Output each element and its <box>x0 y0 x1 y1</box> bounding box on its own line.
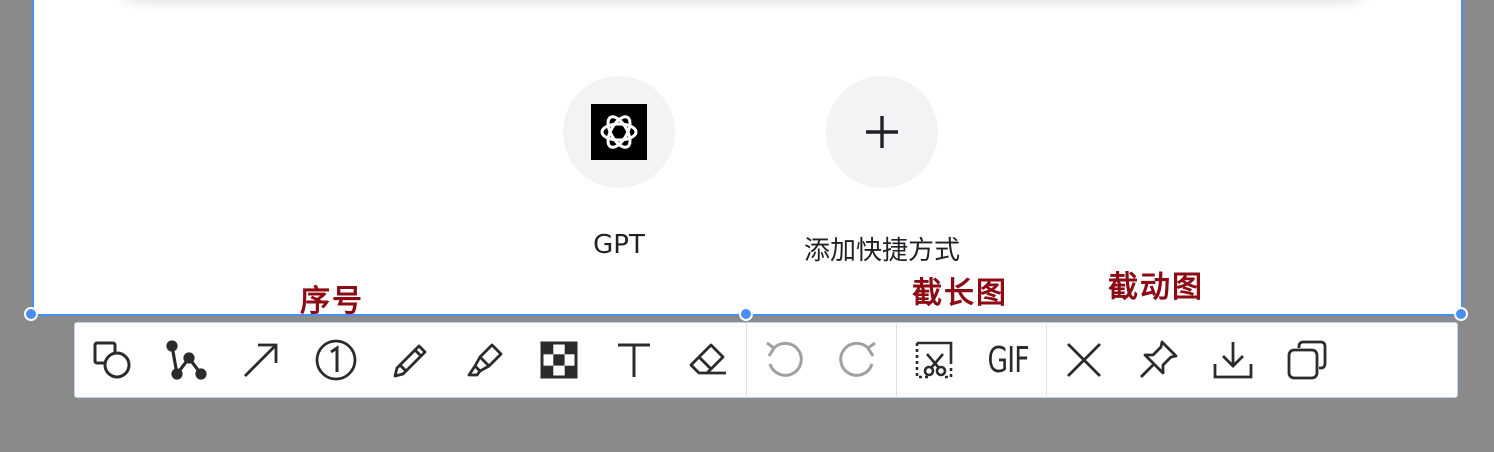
shortcut-label: GPT <box>593 230 645 260</box>
openai-logo-icon <box>591 104 647 160</box>
resize-handle-bottom-right[interactable] <box>1454 307 1468 321</box>
polyline-icon <box>166 340 207 380</box>
save-button[interactable] <box>1196 322 1271 398</box>
arrow-icon <box>244 343 278 377</box>
shortcut-tile <box>563 76 675 188</box>
mosaic-tool-button[interactable] <box>522 322 597 398</box>
arrow-tool-button[interactable] <box>224 322 299 398</box>
eraser-icon <box>689 343 727 375</box>
scroll-capture-icon <box>915 341 953 379</box>
annotation-serial-number: 序号 <box>300 284 364 319</box>
annotation-long-screenshot: 截长图 <box>912 276 1008 311</box>
close-button[interactable] <box>1047 322 1122 398</box>
resize-handle-bottom-left[interactable] <box>24 307 38 321</box>
pencil-icon <box>393 344 427 378</box>
highlighter-icon <box>467 343 503 377</box>
text-tool-button[interactable] <box>597 322 672 398</box>
close-icon <box>1066 343 1101 377</box>
redo-icon <box>839 341 877 377</box>
shape-tool-button[interactable] <box>75 322 150 398</box>
shortcut-gpt[interactable]: GPT <box>519 76 719 260</box>
add-shortcut-tile <box>826 76 938 188</box>
mosaic-icon <box>540 341 578 379</box>
shape-icon <box>93 341 131 379</box>
redo-button[interactable] <box>821 322 896 398</box>
pin-icon <box>1140 340 1178 378</box>
plus-icon <box>866 116 898 148</box>
polyline-tool-button[interactable] <box>150 322 225 398</box>
gif-capture-button[interactable]: GIF <box>971 322 1046 398</box>
circled-one-icon <box>315 339 357 381</box>
undo-icon <box>765 341 803 377</box>
long-screenshot-button[interactable] <box>897 322 972 398</box>
pen-tool-button[interactable] <box>373 322 448 398</box>
undo-button[interactable] <box>747 322 822 398</box>
text-icon <box>617 343 650 377</box>
copy-button[interactable] <box>1270 322 1345 398</box>
highlighter-tool-button[interactable] <box>448 322 523 398</box>
eraser-tool-button[interactable] <box>671 322 746 398</box>
gif-icon: GIF <box>987 339 1030 381</box>
resize-handle-bottom-center[interactable] <box>739 307 753 321</box>
shortcut-label: 添加快捷方式 <box>803 236 960 266</box>
add-shortcut[interactable]: 添加快捷方式 <box>782 76 982 267</box>
download-icon <box>1213 342 1253 379</box>
serial-number-tool-button[interactable] <box>299 322 374 398</box>
capture-selection-area[interactable]: GPT 添加快捷方式 <box>32 0 1463 316</box>
annotation-gif-screenshot: 截动图 <box>1108 270 1204 305</box>
pin-button[interactable] <box>1121 322 1196 398</box>
screenshot-toolbar: GIF <box>74 322 1458 398</box>
copy-icon <box>1287 340 1327 380</box>
